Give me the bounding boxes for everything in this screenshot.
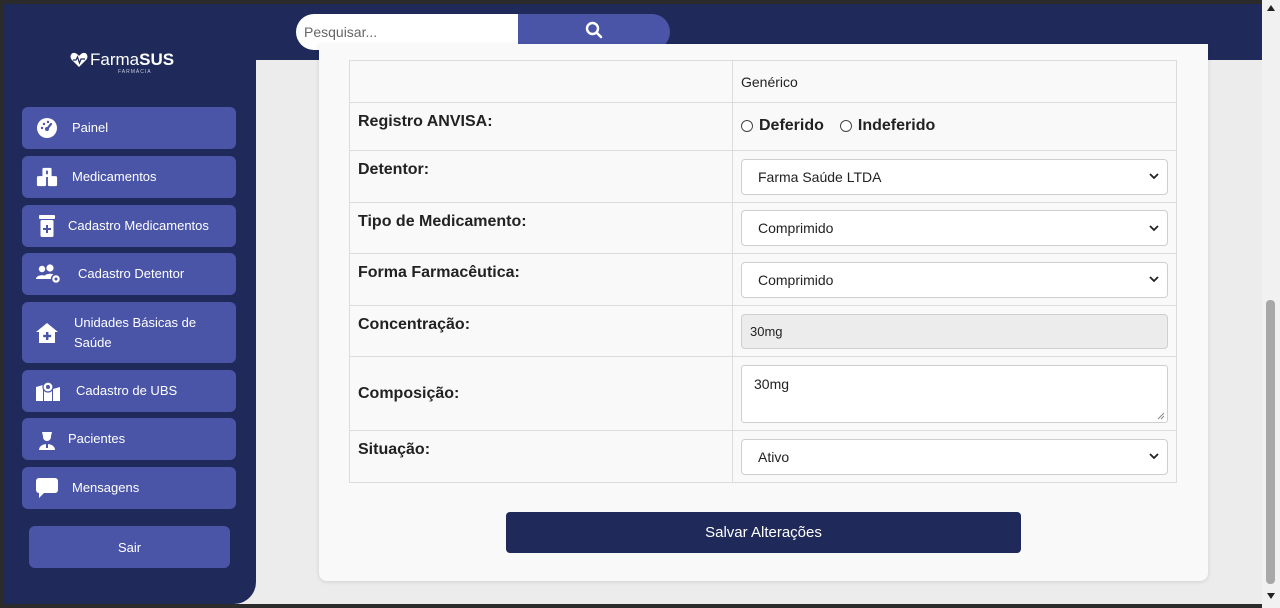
- heart-pulse-icon: [70, 52, 88, 67]
- radio-indeferido[interactable]: Indeferido: [839, 117, 936, 135]
- table-row: Composição: 30mg: [349, 356, 1177, 431]
- registro-label: Registro ANVISA:: [358, 113, 493, 130]
- chevron-down-icon: [1149, 453, 1159, 460]
- sidebar-item-medicamentos[interactable]: Medicamentos: [22, 156, 236, 198]
- radio-label: Deferido: [759, 117, 824, 134]
- medicines-icon: [36, 166, 58, 188]
- table-row: Genérico: [349, 60, 1177, 103]
- logout-button[interactable]: Sair: [29, 526, 230, 568]
- logo-subtitle: FARMÁCIA: [118, 69, 152, 75]
- forma-select[interactable]: Comprimido: [741, 261, 1168, 298]
- registro-radio-group: Deferido Indeferido: [741, 103, 1168, 135]
- table-row: Registro ANVISA: Deferido Indeferido: [349, 102, 1177, 151]
- form-table: Genérico Registro ANVISA: Deferido Indef…: [349, 60, 1177, 483]
- map-location-icon: [36, 380, 60, 402]
- sidebar-item-label: Cadastro Detentor: [78, 266, 185, 281]
- sidebar-item-cadastro-medicamentos[interactable]: Cadastro Medicamentos: [22, 205, 236, 247]
- save-changes-button[interactable]: Salvar Alterações: [506, 512, 1021, 553]
- composicao-label: Composição:: [358, 384, 460, 402]
- sidebar-item-label: Cadastro de UBS: [76, 383, 178, 398]
- radio-label: Indeferido: [857, 117, 936, 134]
- app-logo: FarmaSUS FARMÁCIA: [70, 50, 190, 78]
- select-value: Ativo: [758, 448, 790, 465]
- generic-text: Genérico: [741, 73, 798, 90]
- generic-value: Genérico: [732, 60, 1177, 103]
- logo-prefix: Farma: [90, 50, 140, 69]
- table-row: Situação: Ativo: [349, 430, 1177, 483]
- radio-circle[interactable]: [839, 120, 852, 132]
- tipo-select[interactable]: Comprimido: [741, 210, 1168, 246]
- sidebar-item-mensagens[interactable]: Mensagens: [22, 467, 236, 509]
- sidebar: FarmaSUS FARMÁCIA Painel Medicamentos Ca…: [4, 4, 256, 604]
- radio-circle[interactable]: [741, 120, 753, 132]
- forma-label: Forma Farmacêutica:: [358, 264, 520, 281]
- house-medical-icon: [36, 322, 58, 344]
- select-value: Farma Saúde LTDA: [758, 168, 882, 185]
- sidebar-item-painel[interactable]: Painel: [22, 107, 236, 149]
- dashboard-icon: [36, 117, 58, 139]
- sidebar-item-cadastro-detentor[interactable]: Cadastro Detentor: [22, 253, 236, 295]
- detentor-select[interactable]: Farma Saúde LTDA: [741, 158, 1168, 195]
- sidebar-item-label: Pacientes: [68, 431, 126, 446]
- concentracao-input[interactable]: 30mg: [741, 313, 1168, 349]
- table-row: Concentração: 30mg: [349, 305, 1177, 357]
- scroll-down-icon[interactable]: [1266, 592, 1276, 600]
- chevron-down-icon: [1149, 276, 1159, 283]
- edit-medicine-form: Genérico Registro ANVISA: Deferido Indef…: [319, 44, 1208, 581]
- scroll-up-icon[interactable]: [1266, 4, 1276, 12]
- select-value: Comprimido: [758, 271, 834, 288]
- sidebar-item-unidades-basicas[interactable]: Unidades Básicas de Saúde: [22, 302, 236, 363]
- users-gear-icon: [36, 263, 62, 285]
- situacao-select[interactable]: Ativo: [741, 438, 1168, 475]
- resize-handle-icon[interactable]: [1157, 412, 1165, 420]
- composicao-textarea[interactable]: 30mg: [741, 364, 1168, 423]
- page-scrollbar[interactable]: [1262, 0, 1280, 608]
- input-value: 30mg: [750, 323, 783, 339]
- select-value: Comprimido: [758, 220, 834, 236]
- chevron-down-icon: [1149, 173, 1159, 180]
- sidebar-item-label: Medicamentos: [72, 169, 157, 184]
- sidebar-item-label: Cadastro Medicamentos: [68, 218, 209, 233]
- sidebar-item-label: Painel: [72, 120, 109, 135]
- message-icon: [36, 477, 58, 499]
- table-row: Detentor: Farma Saúde LTDA: [349, 150, 1177, 203]
- scrollbar-thumb[interactable]: [1266, 300, 1275, 584]
- textarea-value: 30mg: [754, 375, 790, 392]
- sidebar-item-pacientes[interactable]: Pacientes: [22, 418, 236, 460]
- chevron-down-icon: [1149, 224, 1159, 231]
- table-row: Tipo de Medicamento: Comprimido: [349, 202, 1177, 254]
- patient-icon: [36, 428, 58, 450]
- sidebar-item-label: Unidades Básicas de Saúde: [74, 314, 197, 350]
- search-icon: [585, 21, 603, 44]
- table-row: Forma Farmacêutica: Comprimido: [349, 253, 1177, 306]
- sidebar-item-cadastro-ubs[interactable]: Cadastro de UBS: [22, 370, 236, 412]
- concentracao-label: Concentração:: [358, 316, 471, 333]
- situacao-label: Situação:: [358, 441, 431, 458]
- logo-bold: SUS: [139, 50, 175, 69]
- detentor-label: Detentor:: [358, 161, 430, 178]
- radio-deferido[interactable]: Deferido: [741, 117, 824, 135]
- empty-label-cell: [349, 60, 733, 103]
- sidebar-item-label: Mensagens: [72, 480, 140, 495]
- pill-bottle-icon: [36, 215, 58, 237]
- app-window: FarmaSUS FARMÁCIA Painel Medicamentos Ca…: [4, 4, 1262, 604]
- tipo-label: Tipo de Medicamento:: [358, 213, 527, 230]
